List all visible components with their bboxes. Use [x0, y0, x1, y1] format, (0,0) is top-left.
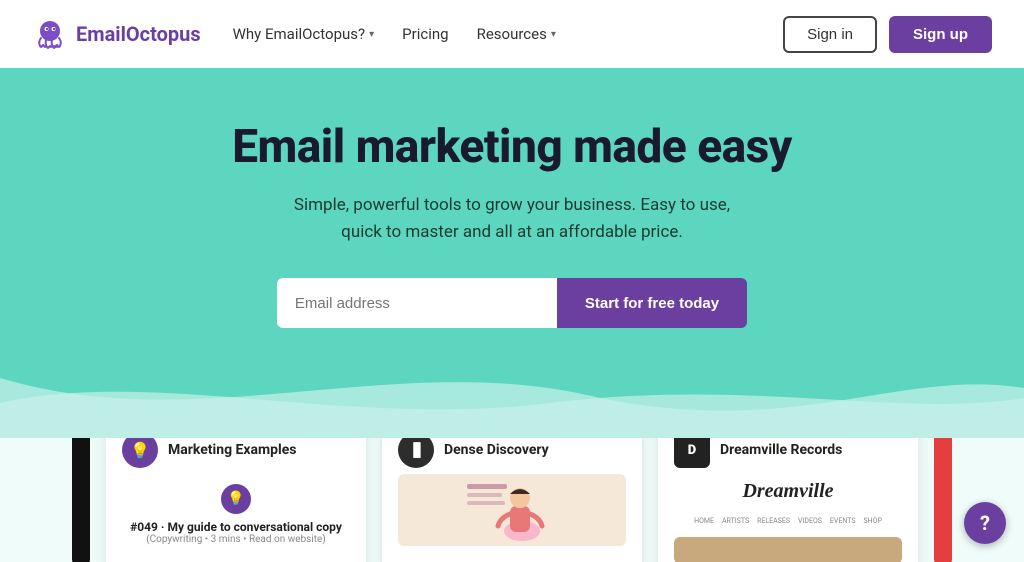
- signin-button[interactable]: Sign in: [783, 16, 877, 53]
- partial-card-left: [72, 438, 90, 562]
- card-body-icon-area: 💡: [122, 484, 350, 514]
- card-illustration-dense: [398, 474, 626, 546]
- card-dense-discovery[interactable]: ▐▌ Dense Discovery: [382, 438, 642, 562]
- chevron-down-icon: ▾: [551, 29, 556, 40]
- card-title-dreamville: Dreamville Records: [720, 442, 842, 458]
- nav-links: Why EmailOctopus? ▾ Pricing Resources ▾: [233, 25, 784, 43]
- navbar: EmailOctopus Why EmailOctopus? ▾ Pricing…: [0, 0, 1024, 68]
- nav-resources[interactable]: Resources ▾: [477, 25, 556, 43]
- hero-subheading: Simple, powerful tools to grow your busi…: [272, 192, 752, 246]
- card-title-marketing: Marketing Examples: [168, 442, 297, 458]
- dreamville-nav-releases: Releases: [757, 517, 790, 525]
- card-body-marketing: 💡 #049 · My guide to conversational copy…: [122, 480, 350, 545]
- nav-actions: Sign in Sign up: [783, 16, 992, 53]
- card-header: 💡 Marketing Examples: [122, 438, 350, 468]
- hero-section: Email marketing made easy Simple, powerf…: [0, 68, 1024, 438]
- card-title-dense: Dense Discovery: [444, 442, 549, 458]
- card-post-meta: (Copywriting • 3 mins • Read on website): [122, 534, 350, 545]
- hero-form: Start for free today: [277, 278, 747, 328]
- signup-button[interactable]: Sign up: [889, 16, 992, 53]
- dreamville-nav-videos: Videos: [798, 517, 822, 525]
- hero-heading: Email marketing made easy: [232, 120, 792, 174]
- dreamville-nav-shop: Shop: [864, 517, 882, 525]
- dreamville-nav-events: Events: [830, 517, 856, 525]
- card-dreamville[interactable]: D Dreamville Records Dreamville Home Art…: [658, 438, 918, 562]
- card-post-title: #049 · My guide to conversational copy: [122, 520, 350, 534]
- card-header-dreamville: D Dreamville Records: [674, 438, 902, 468]
- octopus-icon: [32, 16, 68, 52]
- card-icon-dense: ▐▌: [398, 438, 434, 468]
- chevron-down-icon: ▾: [369, 29, 374, 40]
- dreamville-wordmark-area: Dreamville: [674, 480, 902, 503]
- card-icon-dreamville: D: [674, 438, 710, 468]
- cta-button[interactable]: Start for free today: [557, 278, 747, 328]
- help-button[interactable]: ?: [964, 502, 1006, 544]
- dreamville-nav-artists: Artists: [722, 517, 749, 525]
- card-body-circle-icon: 💡: [221, 484, 251, 514]
- brand-name: EmailOctopus: [76, 22, 201, 46]
- hero-wave: [0, 348, 1024, 438]
- card-icon-marketing: 💡: [122, 438, 158, 468]
- email-input[interactable]: [277, 278, 557, 328]
- dreamville-image-placeholder: [674, 537, 902, 562]
- dreamville-nav-home: Home: [694, 517, 714, 525]
- partial-card-right: [934, 438, 952, 562]
- logo[interactable]: EmailOctopus: [32, 16, 201, 52]
- cards-section: 💡 Marketing Examples 💡 #049 · My guide t…: [0, 438, 1024, 562]
- card-marketing-examples[interactable]: 💡 Marketing Examples 💡 #049 · My guide t…: [106, 438, 366, 562]
- nav-pricing[interactable]: Pricing: [402, 25, 448, 43]
- dreamville-wordmark: Dreamville: [742, 480, 833, 503]
- card-header-dense: ▐▌ Dense Discovery: [398, 438, 626, 468]
- dreamville-nav: Home Artists Releases Videos Events Shop: [674, 517, 902, 525]
- nav-why-emailoctopus[interactable]: Why EmailOctopus? ▾: [233, 25, 375, 43]
